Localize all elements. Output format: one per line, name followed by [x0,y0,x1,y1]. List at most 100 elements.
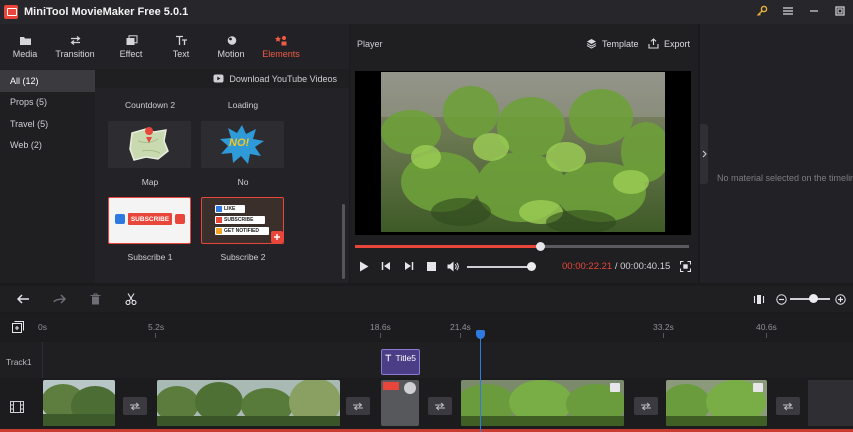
clip-menu-icon[interactable] [753,383,763,392]
sidebar-item-all[interactable]: All (12) [0,70,95,92]
element-clip[interactable] [381,380,419,426]
transition-slot[interactable] [346,397,370,415]
tab-elements[interactable]: Elements [256,24,306,69]
element-subscribe-1[interactable]: SUBSCRIBE [108,197,191,244]
next-frame-icon[interactable] [403,260,415,272]
element-no[interactable]: NO! [201,121,284,168]
element-map[interactable] [108,121,191,168]
current-time: 00:00:22.21 [562,261,613,272]
timeline-ruler[interactable]: 0s 5.2s 18.6s 21.4s 33.2s 40.6s [0,314,853,340]
video-clip[interactable] [666,380,767,426]
ruler-tick [380,333,381,338]
library-scrollbar[interactable] [342,204,345,279]
menu-icon[interactable] [781,4,795,18]
stop-icon[interactable] [425,260,437,272]
film-icon [10,401,24,413]
ruler-tick [155,333,156,338]
clip-menu-icon[interactable] [610,383,620,392]
transition-slot[interactable] [776,397,800,415]
video-clip[interactable] [43,380,115,426]
tab-media[interactable]: Media [6,24,44,69]
element-label: Map [141,177,159,187]
subscribe-text: SUBSCRIBE [224,217,254,223]
volume-handle[interactable] [527,262,536,271]
element-subscribe-2[interactable]: LIKE SUBSCRIBE GET NOTIFIED [201,197,284,244]
volume-icon[interactable] [447,260,459,272]
video-clip-selected[interactable] [461,380,624,426]
playhead-handle[interactable] [476,330,485,339]
video-preview[interactable] [355,71,691,235]
empty-slot[interactable] [808,380,853,426]
template-button[interactable]: Template [586,38,639,49]
tab-label: Transition [55,49,95,59]
properties-panel: No material selected on the timeline [700,24,853,283]
download-label: Download YouTube Videos [229,73,337,84]
playhead-line [480,331,481,432]
plus-icon [274,234,280,240]
add-track-icon[interactable] [11,320,24,333]
like-icon [216,206,222,212]
sidebar-item-web[interactable]: Web (2) [0,135,95,157]
ruler-label: 40.6s [756,322,777,332]
fullscreen-icon[interactable] [679,260,691,272]
player-controls: 00:00:22.21 / 00:00:40.15 [350,258,698,274]
zoom-out-icon[interactable] [774,292,788,306]
progress-handle[interactable] [535,242,545,251]
sidebar-item-props[interactable]: Props (5) [0,92,95,114]
title-clip[interactable]: Title5 [381,349,420,375]
redo-icon[interactable] [52,292,66,306]
effect-icon [124,34,138,46]
export-button[interactable]: Export [648,38,690,49]
app-title: MiniTool MovieMaker Free 5.0.1 [24,6,189,18]
player-panel: Player Template Export 00:00:22.21 / 00:… [350,24,698,283]
chevron-right-icon [702,150,707,158]
time-separator: / [612,261,621,272]
transition-icon [353,402,363,410]
download-youtube-button[interactable]: Download YouTube Videos [95,69,349,88]
main-toolbar: Media Transition Effect Text Motion Elem… [0,24,349,69]
player-header: Player Template Export [350,24,698,64]
category-sidebar: All (12) Props (5) Travel (5) Web (2) [0,69,95,283]
minimize-icon[interactable] [807,4,821,18]
export-icon [648,38,659,49]
track-divider [42,342,43,378]
fit-timeline-icon[interactable] [752,292,766,306]
volume-slider[interactable] [467,266,529,268]
add-element-button[interactable] [271,231,283,243]
tab-label: Effect [119,49,143,59]
transition-slot[interactable] [428,397,452,415]
transition-icon [130,402,140,410]
transition-slot[interactable] [634,397,658,415]
tab-transition[interactable]: Transition [44,24,106,69]
zoom-handle[interactable] [809,294,818,303]
playback-progress[interactable] [355,242,689,251]
undo-icon[interactable] [16,292,30,306]
split-scissors-icon[interactable] [124,292,138,306]
previous-frame-icon[interactable] [380,260,392,272]
ruler-label: 18.6s [370,322,391,332]
ruler-tick [460,333,461,338]
tab-effect[interactable]: Effect [106,24,156,69]
like-row: LIKE [215,205,245,213]
subscribe-art-text: SUBSCRIBE [130,215,170,223]
video-frame [381,72,665,232]
sidebar-item-travel[interactable]: Travel (5) [0,113,95,135]
play-icon[interactable] [358,260,370,272]
maximize-icon[interactable] [833,4,847,18]
tab-label: Motion [217,49,245,59]
like-text: LIKE [224,206,236,212]
tab-motion[interactable]: Motion [206,24,256,69]
zoom-in-icon[interactable] [833,292,847,306]
transition-icon [783,402,793,410]
key-icon[interactable] [755,4,769,18]
ruler-tick [663,333,664,338]
delete-icon[interactable] [88,292,102,306]
video-clip[interactable] [157,380,340,426]
collapse-panel-button[interactable] [700,124,708,184]
transition-slot[interactable] [123,397,147,415]
text-icon [385,354,392,362]
template-label: Template [602,38,639,49]
tab-text[interactable]: Text [156,24,206,69]
bell-icon [216,228,222,234]
subscribe-row: SUBSCRIBE [215,216,265,224]
